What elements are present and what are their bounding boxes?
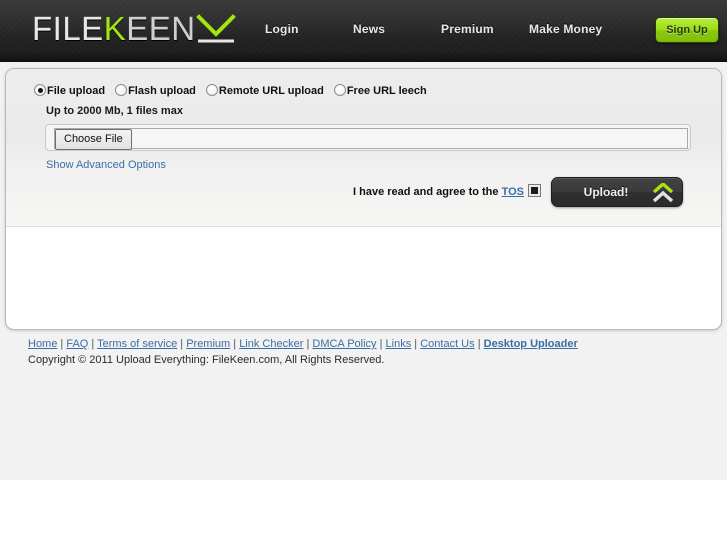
footer-link-faq[interactable]: FAQ bbox=[66, 338, 88, 350]
file-input-row: Choose File bbox=[45, 124, 691, 151]
footer-separator: | bbox=[474, 338, 484, 350]
footer-link-home[interactable]: Home bbox=[28, 338, 57, 350]
radio-dot-icon bbox=[115, 84, 128, 96]
radio-label-remote-url-upload: Remote URL upload bbox=[218, 85, 324, 97]
footer-link-dmca-policy[interactable]: DMCA Policy bbox=[312, 338, 376, 350]
footer-separator: | bbox=[376, 338, 386, 350]
double-chevron-up-icon bbox=[652, 181, 674, 203]
copyright-text: Copyright © 2011 Upload Everything: File… bbox=[28, 354, 385, 366]
footer-separator: | bbox=[411, 338, 421, 350]
footer-separator: | bbox=[230, 338, 240, 350]
upload-button-label: Upload! bbox=[583, 185, 629, 199]
radio-flash-upload[interactable]: Flash upload bbox=[115, 84, 196, 97]
upload-button[interactable]: Upload! bbox=[551, 177, 683, 207]
nav-item-login[interactable]: Login bbox=[265, 22, 353, 36]
site-logo[interactable]: FILEKEEN bbox=[32, 11, 196, 47]
radio-free-url-leech[interactable]: Free URL leech bbox=[333, 84, 427, 97]
tos-checkbox[interactable] bbox=[528, 184, 541, 197]
choose-file-button[interactable]: Choose File bbox=[55, 129, 132, 150]
radio-dot-icon bbox=[34, 84, 46, 96]
site-header: FILEKEEN Login News Premium Make Money Sign… bbox=[0, 0, 727, 62]
main-panel: File upload Flash upload Remote URL upload… bbox=[5, 68, 722, 330]
upload-mode-radios: File upload Flash upload Remote URL upload… bbox=[34, 84, 437, 97]
footer-separator: | bbox=[88, 338, 98, 350]
site-footer: Home | FAQ | Terms of service | Premium … bbox=[28, 337, 698, 367]
radio-dot-icon bbox=[205, 84, 218, 96]
main-nav: Login News Premium Make Money bbox=[265, 22, 617, 42]
upload-limits-text: Up to 2000 Mb, 1 files max bbox=[46, 105, 183, 117]
radio-label-file-upload: File upload bbox=[47, 85, 106, 97]
nav-item-premium[interactable]: Premium bbox=[441, 22, 529, 36]
footer-link-desktop-uploader[interactable]: Desktop Uploader bbox=[484, 338, 578, 350]
logo-text-k: K bbox=[103, 10, 127, 47]
nav-item-news[interactable]: News bbox=[353, 22, 441, 36]
footer-link-link-checker[interactable]: Link Checker bbox=[239, 338, 303, 350]
footer-link-terms-of-service[interactable]: Terms of service bbox=[97, 338, 177, 350]
tos-text: I have read and agree to the bbox=[353, 186, 502, 198]
logo-text-file: FILE bbox=[32, 10, 104, 47]
footer-link-premium[interactable]: Premium bbox=[186, 338, 230, 350]
file-input[interactable]: Choose File bbox=[54, 128, 688, 150]
radio-remote-url-upload[interactable]: Remote URL upload bbox=[205, 84, 324, 97]
radio-label-free-url-leech: Free URL leech bbox=[346, 85, 427, 97]
footer-link-links[interactable]: Links bbox=[386, 338, 412, 350]
radio-label-flash-upload: Flash upload bbox=[128, 85, 196, 97]
radio-dot-icon bbox=[333, 84, 346, 96]
down-chevron-icon bbox=[196, 14, 236, 44]
upload-form: File upload Flash upload Remote URL upload… bbox=[6, 69, 721, 227]
tos-link[interactable]: TOS bbox=[502, 186, 524, 198]
tos-agreement: I have read and agree to the TOS bbox=[353, 184, 541, 198]
footer-links: Home | FAQ | Terms of service | Premium … bbox=[28, 337, 698, 351]
sign-up-button[interactable]: Sign Up bbox=[655, 17, 719, 43]
nav-item-make-money[interactable]: Make Money bbox=[529, 22, 617, 36]
footer-separator: | bbox=[177, 338, 187, 350]
page-root: FILEKEEN Login News Premium Make Money Sign… bbox=[0, 0, 727, 545]
logo-text-een: EEN bbox=[126, 10, 196, 47]
radio-file-upload[interactable]: File upload bbox=[34, 84, 105, 97]
footer-separator: | bbox=[57, 338, 67, 350]
footer-link-contact-us[interactable]: Contact Us bbox=[420, 338, 474, 350]
show-advanced-options-link[interactable]: Show Advanced Options bbox=[46, 159, 166, 171]
